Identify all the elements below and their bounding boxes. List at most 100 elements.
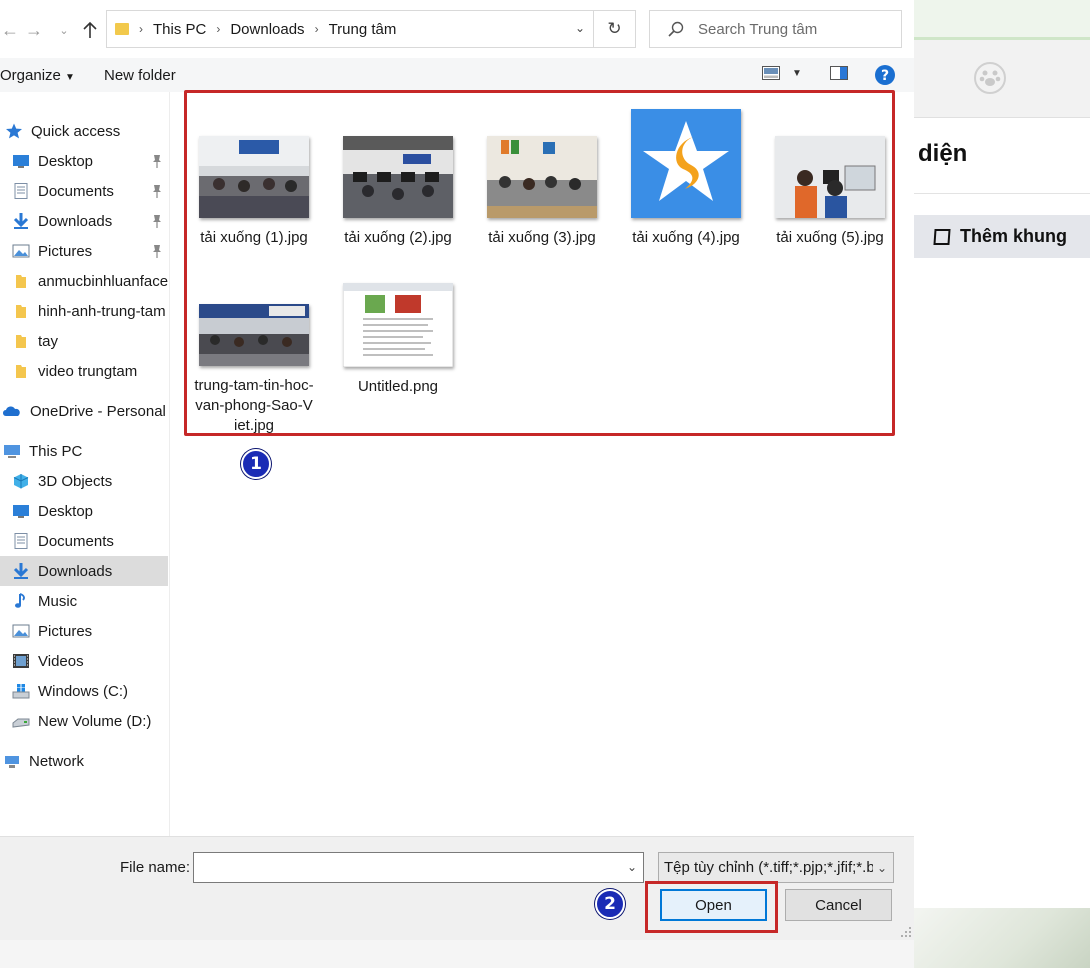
sidebar-label: New Volume (D:)	[38, 712, 152, 730]
onedrive-cloud-icon	[3, 406, 20, 416]
downloads-icon	[13, 213, 29, 229]
videos-icon	[13, 654, 29, 668]
pictures-icon	[12, 624, 30, 638]
sidebar-item-pc-documents[interactable]: Documents	[0, 526, 168, 556]
add-frame-button[interactable]: Thêm khung	[914, 215, 1090, 258]
chevron-right-icon[interactable]: ›	[216, 22, 220, 36]
sidebar-label: video trungtam	[38, 362, 138, 380]
file-type-value: Tệp tùy chỉnh (*.tiff;*.pjp;*.jfif;*.b	[664, 859, 875, 876]
forward-icon[interactable]: →	[24, 16, 44, 44]
star-icon	[6, 123, 22, 139]
search-input[interactable]	[698, 20, 888, 38]
step-badge-2: 2	[595, 889, 625, 919]
sidebar-item-quick-access[interactable]: Quick access	[0, 116, 168, 146]
search-icon	[668, 21, 684, 37]
music-icon	[15, 593, 25, 608]
sidebar-item-pc-downloads[interactable]: Downloads	[0, 556, 168, 586]
documents-icon	[14, 183, 28, 199]
resize-grip-icon[interactable]	[900, 926, 912, 938]
address-bar[interactable]: › This PC › Downloads › Trung tâm ⌄ ↻	[106, 10, 636, 48]
search-box[interactable]	[649, 10, 902, 48]
sidebar-item-pictures[interactable]: Pictures	[0, 236, 168, 266]
caret-down-icon: ▼	[65, 72, 75, 83]
sidebar-item-network[interactable]: Network	[0, 746, 168, 776]
sidebar-label: Documents	[38, 532, 114, 550]
back-icon[interactable]: ←	[0, 16, 20, 44]
file-type-select[interactable]: Tệp tùy chỉnh (*.tiff;*.pjp;*.jfif;*.b ⌄	[658, 852, 894, 883]
background-app-window: diện Thêm khung	[914, 0, 1090, 968]
organize-label: Organize	[0, 67, 61, 84]
drive-d-icon	[12, 718, 30, 728]
sidebar-label: Documents	[38, 182, 114, 200]
cancel-button[interactable]: Cancel	[785, 889, 892, 921]
sidebar-label: Desktop	[38, 502, 94, 520]
sidebar-item-tay[interactable]: tay	[0, 326, 168, 356]
drive-c-icon	[12, 684, 30, 699]
highlight-files-box	[184, 90, 895, 436]
add-frame-label: Thêm khung	[960, 226, 1067, 246]
background-title: diện	[918, 140, 968, 167]
sidebar-label: Pictures	[38, 622, 93, 640]
chevron-right-icon[interactable]: ›	[315, 22, 319, 36]
refresh-icon[interactable]: ↻	[593, 11, 635, 47]
recent-locations-icon[interactable]: ⌄	[54, 16, 74, 44]
folder-icon	[16, 335, 26, 348]
command-bar: Organize ▼ New folder ▼ ?	[0, 58, 914, 92]
chevron-right-icon[interactable]: ›	[139, 22, 143, 36]
pin-icon	[153, 185, 161, 198]
sidebar-item-videos[interactable]: Videos	[0, 646, 168, 676]
file-name-combobox[interactable]: ⌄	[193, 852, 644, 883]
sidebar-item-new-volume-d[interactable]: New Volume (D:)	[0, 706, 168, 736]
folder-icon	[16, 365, 26, 378]
divider	[914, 193, 1090, 194]
breadcrumb-trung-tam[interactable]: Trung tâm	[329, 21, 397, 38]
up-icon[interactable]	[80, 16, 100, 44]
sidebar-item-downloads[interactable]: Downloads	[0, 206, 168, 236]
sidebar-label: Downloads	[38, 212, 113, 230]
sidebar-item-documents[interactable]: Documents	[0, 176, 168, 206]
sidebar-item-3d-objects[interactable]: 3D Objects	[0, 466, 168, 496]
breadcrumb-this-pc[interactable]: This PC	[153, 21, 206, 38]
view-options-caret-icon[interactable]: ▼	[792, 68, 802, 79]
organize-button[interactable]: Organize ▼	[0, 67, 75, 84]
sidebar-item-video-trungtam[interactable]: video trungtam	[0, 356, 168, 386]
file-name-input[interactable]	[194, 853, 614, 882]
sidebar-label: tay	[38, 332, 59, 350]
navigation-bar: ← → ⌄ › This PC › Downloads › Trung tâm …	[0, 0, 914, 58]
documents-icon	[14, 533, 28, 549]
sidebar-label: Desktop	[38, 152, 94, 170]
sidebar-item-windows-c[interactable]: Windows (C:)	[0, 676, 168, 706]
computer-icon	[4, 445, 20, 458]
folder-icon	[115, 23, 129, 35]
breadcrumb-downloads[interactable]: Downloads	[230, 21, 304, 38]
desktop-icon	[13, 155, 29, 168]
pin-icon	[153, 245, 161, 258]
sidebar-label: Videos	[38, 652, 84, 670]
chevron-down-icon[interactable]: ⌄	[575, 21, 585, 35]
paw-icon[interactable]	[974, 62, 1006, 94]
sidebar-item-anmucbinhluanface[interactable]: anmucbinhluanface	[0, 266, 168, 296]
folder-icon	[16, 305, 26, 318]
desktop-background	[0, 940, 914, 968]
change-view-icon[interactable]	[762, 66, 780, 83]
help-icon[interactable]: ?	[874, 64, 896, 89]
sidebar-label: Windows (C:)	[38, 682, 129, 700]
preview-pane-icon[interactable]	[830, 66, 848, 83]
sidebar-label: hinh-anh-trung-tam	[38, 302, 166, 320]
background-image-strip	[914, 908, 1090, 968]
highlight-open-box	[645, 881, 778, 933]
sidebar-item-pc-pictures[interactable]: Pictures	[0, 616, 168, 646]
sidebar-item-hinh-anh-trung-tam[interactable]: hinh-anh-trung-tam	[0, 296, 168, 326]
new-folder-button[interactable]: New folder	[104, 67, 176, 84]
sidebar-item-this-pc[interactable]: This PC	[0, 436, 168, 466]
sidebar-label: Pictures	[38, 242, 93, 260]
sidebar-item-pc-desktop[interactable]: Desktop	[0, 496, 168, 526]
frame-icon	[933, 228, 951, 245]
sidebar-item-onedrive[interactable]: OneDrive - Personal	[0, 396, 168, 426]
pictures-icon	[12, 244, 30, 258]
sidebar-label: This PC	[29, 442, 83, 460]
downloads-icon	[13, 563, 29, 579]
sidebar-item-music[interactable]: Music	[0, 586, 168, 616]
sidebar-item-desktop[interactable]: Desktop	[0, 146, 168, 176]
chevron-down-icon[interactable]: ⌄	[627, 860, 637, 874]
